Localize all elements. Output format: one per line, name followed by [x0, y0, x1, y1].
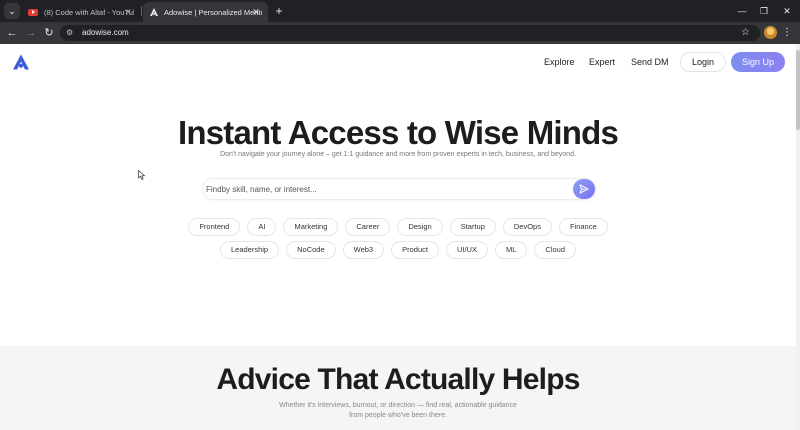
sign-up-button[interactable]: Sign Up [731, 52, 785, 72]
browser-toolbar: ← → ↻ ⚙ adowise.com ☆ ⋮ [0, 22, 800, 44]
close-icon[interactable]: ✕ [122, 6, 134, 18]
arrow-right-icon: → [25, 27, 37, 39]
advice-section: Advice That Actually Helps Whether it's … [0, 346, 796, 430]
tag-chip[interactable]: Cloud [534, 241, 577, 259]
search-input[interactable] [206, 181, 566, 198]
tag-row-1: Frontend AI Marketing Career Design Star… [0, 218, 796, 236]
scrollbar-thumb[interactable] [796, 50, 800, 130]
browser-tab-adowise[interactable]: Adowise | Personalized Mentor ✕ [143, 2, 268, 22]
web-page: Explore Expert Send DM Login Sign Up Ins… [0, 44, 800, 430]
tag-chip[interactable]: NoCode [286, 241, 336, 259]
star-icon[interactable]: ☆ [741, 27, 750, 39]
page-scrollbar[interactable] [796, 44, 800, 430]
minimize-icon: — [737, 6, 747, 16]
new-tab-button[interactable]: + [272, 4, 286, 18]
mouse-pointer-icon [138, 170, 146, 180]
advice-title-bold: Advice [216, 363, 310, 396]
tag-chip[interactable]: Leadership [219, 241, 280, 259]
login-button[interactable]: Login [680, 52, 726, 72]
advice-subtitle-line-2: from people who've been there. [349, 412, 447, 419]
tag-chip[interactable]: Frontend [188, 218, 241, 236]
tab-title: (8) Code with Altaf - YouTube [44, 7, 134, 17]
browser-tab-bar: ⌄ (8) Code with Altaf - YouTube ✕ Adowis… [0, 0, 800, 22]
profile-avatar[interactable] [764, 26, 777, 39]
tag-chip[interactable]: Web3 [342, 241, 385, 259]
tag-chip[interactable]: UI/UX [445, 241, 488, 259]
reload-button[interactable]: ↻ [42, 26, 56, 40]
youtube-favicon-icon [28, 8, 38, 16]
tag-chip[interactable]: Marketing [283, 218, 339, 236]
close-window-button[interactable]: ✕ [780, 4, 794, 18]
arrow-left-icon: ← [6, 27, 18, 39]
advice-title-light: That Actually Helps [309, 363, 581, 396]
advice-subtitle-line-1: Whether it's interviews, burnout, or dir… [279, 402, 517, 409]
tab-title: Adowise | Personalized Mentor [164, 7, 262, 17]
back-button[interactable]: ← [5, 26, 19, 40]
plus-icon: + [275, 4, 283, 18]
reload-icon: ↻ [44, 27, 54, 39]
tab-search-button[interactable]: ⌄ [4, 3, 20, 19]
hero-title: Instant Access to Wise Minds [0, 114, 796, 152]
minimize-button[interactable]: — [735, 4, 749, 18]
adowise-favicon-icon [150, 8, 158, 16]
tag-chip[interactable]: Product [391, 241, 439, 259]
tag-chip[interactable]: Design [397, 218, 443, 236]
chevron-down-icon: ⌄ [8, 6, 16, 16]
advice-section-subtitle: Whether it's interviews, burnout, or dir… [0, 401, 796, 421]
nav-explore-link[interactable]: Explore [544, 56, 575, 68]
hero-title-light: Instant Access to Wise [177, 114, 527, 151]
browser-tab-youtube[interactable]: (8) Code with Altaf - YouTube ✕ [22, 2, 140, 22]
forward-button[interactable]: → [24, 26, 38, 40]
browser-menu-button[interactable]: ⋮ [782, 26, 792, 40]
tag-chip[interactable]: AI [247, 218, 277, 236]
address-bar[interactable]: ⚙ adowise.com ☆ [60, 25, 760, 41]
site-header: Explore Expert Send DM Login Sign Up [0, 44, 796, 80]
url-text[interactable]: adowise.com [82, 27, 129, 39]
tag-row-2: Leadership NoCode Web3 Product UI/UX ML … [0, 241, 796, 259]
search-bar [202, 178, 596, 200]
tag-chip[interactable]: ML [494, 241, 528, 259]
tag-chip[interactable]: Finance [558, 218, 608, 236]
search-submit-button[interactable] [573, 179, 595, 199]
tag-chip[interactable]: DevOps [502, 218, 552, 236]
advice-section-title: Advice That Actually Helps [0, 362, 796, 398]
nav-send-dm-link[interactable]: Send DM [631, 56, 669, 68]
kebab-icon: ⋮ [782, 27, 792, 38]
close-icon[interactable]: ✕ [250, 6, 262, 18]
tune-icon[interactable]: ⚙ [66, 28, 76, 38]
nav-expert-link[interactable]: Expert [589, 56, 615, 68]
tab-divider [141, 6, 142, 16]
send-icon [579, 184, 589, 194]
tag-chip[interactable]: Startup [449, 218, 496, 236]
restore-button[interactable]: ❐ [757, 4, 771, 18]
adowise-logo-icon[interactable] [12, 54, 30, 70]
hero-subtitle: Don't navigate your journey alone – get … [220, 151, 576, 158]
hero-title-bold: Minds [526, 114, 619, 151]
restore-icon: ❐ [759, 6, 769, 16]
tag-chip[interactable]: Career [345, 218, 391, 236]
close-icon: ✕ [783, 6, 791, 16]
